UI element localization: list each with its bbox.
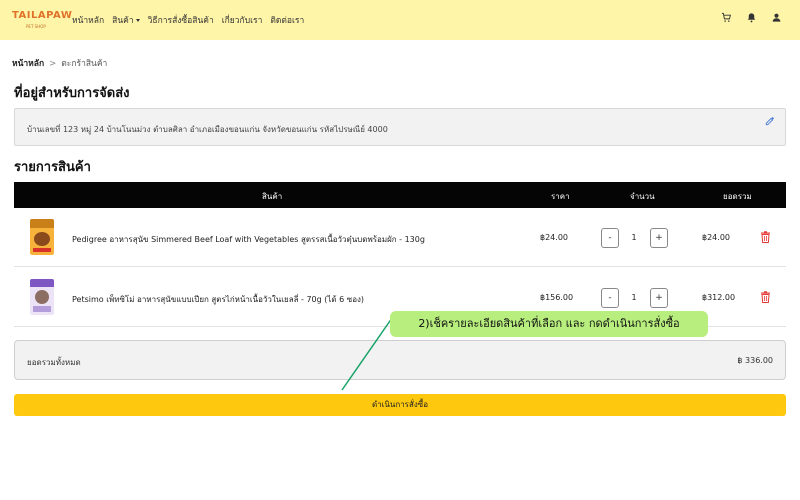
product-price: ฿156.00 <box>540 293 574 302</box>
top-navbar: TAILAPAW PET SHOP หน้าหลัก สินค้า วิธีกา… <box>0 0 800 40</box>
address-heading: ที่อยู่สำหรับการจัดส่ง <box>14 86 130 101</box>
breadcrumb: หน้าหลัก > ตะกร้าสินค้า <box>12 56 107 70</box>
nav-link-how-to-order[interactable]: วิธีการสั่งซื้อสินค้า <box>148 13 214 27</box>
product-name[interactable]: Petsimo เพ็ทซิโม่ อาหารสุนัขแบบเปียก สูต… <box>72 293 364 306</box>
items-heading: รายการสินค้า <box>14 160 91 175</box>
table-header: สินค้า ราคา จำนวน ยอดรวม <box>14 182 786 208</box>
quantity-decrease-button[interactable]: - <box>601 288 619 308</box>
quantity-value[interactable]: 1 <box>624 288 644 308</box>
logo-subtext: PET SHOP <box>26 24 46 29</box>
trash-icon[interactable] <box>760 231 771 243</box>
quantity-increase-button[interactable]: + <box>650 228 668 248</box>
breadcrumb-current: ตะกร้าสินค้า <box>61 59 108 69</box>
total-label: ยอดรวมทั้งหมด <box>27 358 81 367</box>
user-icon[interactable] <box>771 12 782 23</box>
quantity-decrease-button[interactable]: - <box>601 228 619 248</box>
nav-link-products[interactable]: สินค้า <box>112 16 133 26</box>
total-value: ฿ 336.00 <box>737 356 773 365</box>
nav-link-products-wrap[interactable]: สินค้า <box>112 13 140 27</box>
pencil-edit-icon[interactable] <box>765 116 775 126</box>
product-price: ฿24.00 <box>540 233 568 242</box>
product-image-pedigree[interactable] <box>30 219 54 255</box>
logo-text: TAILAPAW <box>12 10 73 21</box>
nav-links: หน้าหลัก สินค้า วิธีการสั่งซื้อสินค้า เก… <box>72 13 304 27</box>
quantity-value[interactable]: 1 <box>624 228 644 248</box>
breadcrumb-home[interactable]: หน้าหลัก <box>12 59 44 69</box>
product-name[interactable]: Pedigree อาหารสุนัข Simmered Beef Loaf w… <box>72 233 425 246</box>
nav-link-home[interactable]: หน้าหลัก <box>72 13 104 27</box>
column-header-quantity: จำนวน <box>630 192 655 201</box>
row-subtotal: ฿24.00 <box>702 233 730 242</box>
cart-icon[interactable] <box>721 12 732 23</box>
quantity-increase-button[interactable]: + <box>650 288 668 308</box>
column-header-product: สินค้า <box>262 192 283 201</box>
trash-icon[interactable] <box>760 291 771 303</box>
column-header-price: ราคา <box>551 192 570 201</box>
product-image-petsimo[interactable] <box>30 279 54 315</box>
nav-link-contact[interactable]: ติดต่อเรา <box>270 13 304 27</box>
breadcrumb-separator: > <box>49 59 57 69</box>
row-subtotal: ฿312.00 <box>702 293 736 302</box>
column-header-subtotal: ยอดรวม <box>723 192 752 201</box>
order-total-box: ยอดรวมทั้งหมด ฿ 336.00 <box>14 340 786 380</box>
table-row: Pedigree อาหารสุนัข Simmered Beef Loaf w… <box>14 209 786 267</box>
nav-icons <box>721 12 782 23</box>
checkout-button[interactable]: ดำเนินการสั่งซื้อ <box>14 394 786 416</box>
address-text: บ้านเลขที่ 123 หมู่ 24 บ้านโนนม่วง ตำบลศ… <box>27 125 388 134</box>
chevron-down-icon <box>135 19 140 22</box>
address-box: บ้านเลขที่ 123 หมู่ 24 บ้านโนนม่วง ตำบลศ… <box>14 108 786 146</box>
brand-logo[interactable]: TAILAPAW PET SHOP <box>12 7 72 33</box>
nav-link-about[interactable]: เกี่ยวกับเรา <box>222 13 263 27</box>
bell-icon[interactable] <box>746 12 757 23</box>
annotation-callout: 2)เช็ครายละเอียดสินค้าที่เลือก และ กดดำเ… <box>390 311 708 337</box>
